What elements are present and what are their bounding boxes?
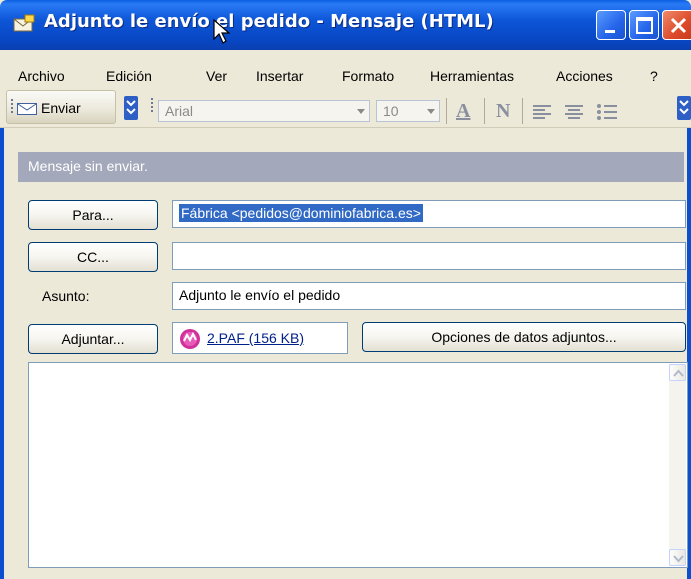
bullets-icon[interactable]	[596, 102, 618, 122]
envelope-app-icon	[13, 14, 35, 32]
format-toolbar-grip[interactable]	[150, 98, 154, 114]
dropdown-arrow-icon	[357, 109, 365, 114]
message-body-editor[interactable]	[28, 362, 688, 568]
menu-ver[interactable]: Ver	[206, 68, 227, 84]
menu-archivo[interactable]: Archivo	[18, 68, 65, 84]
toolbar-grip[interactable]	[10, 99, 14, 115]
menu-formato[interactable]: Formato	[342, 68, 394, 84]
scroll-up-button[interactable]	[669, 364, 686, 381]
to-field-value: Fábrica <pedidos@dominiofabrica.es>	[179, 204, 423, 222]
attachment-link[interactable]: 2.PAF (156 KB)	[207, 330, 304, 346]
attachment-file-icon	[180, 329, 200, 349]
toolbar-separator	[484, 98, 485, 124]
subject-label: Asunto:	[42, 288, 90, 304]
scroll-down-button[interactable]	[669, 549, 686, 566]
vertical-scrollbar[interactable]	[669, 364, 686, 566]
maximize-button[interactable]	[629, 10, 659, 40]
chevron-down-icon	[679, 100, 689, 115]
dropdown-arrow-icon	[427, 109, 435, 114]
format-toolbar-overflow-button[interactable]	[677, 96, 691, 120]
send-toolbar: Enviar	[6, 90, 116, 124]
to-field[interactable]: Fábrica <pedidos@dominiofabrica.es>	[172, 200, 686, 228]
maximize-icon	[636, 17, 653, 34]
font-size-select[interactable]: 10	[376, 100, 440, 122]
chevron-down-icon	[673, 555, 684, 563]
menu-acciones[interactable]: Acciones	[556, 68, 613, 84]
to-button[interactable]: Para...	[28, 200, 158, 230]
attach-button[interactable]: Adjuntar...	[28, 324, 158, 354]
attachments-field: 2.PAF (156 KB)	[172, 322, 348, 354]
cc-field[interactable]	[172, 242, 686, 270]
menu-bar: Archivo Edición Ver Insertar Formato Her…	[0, 50, 691, 122]
toolbar-separator	[446, 98, 447, 124]
font-size-value: 10	[383, 103, 399, 119]
menu-edicion[interactable]: Edición	[106, 68, 152, 84]
window-title: Adjunto le envío el pedido - Mensaje (HT…	[44, 11, 494, 32]
minimize-button[interactable]	[596, 10, 626, 40]
toolbar-separator	[522, 98, 523, 124]
font-name-value: Arial	[165, 103, 194, 119]
send-icon	[17, 103, 37, 115]
font-color-icon[interactable]: A	[456, 100, 470, 123]
close-button[interactable]	[662, 10, 691, 40]
align-left-icon[interactable]	[532, 104, 552, 120]
window-border-left	[0, 50, 4, 579]
subject-field[interactable]: Adjunto le envío el pedido	[172, 282, 686, 310]
menu-insertar[interactable]: Insertar	[256, 68, 303, 84]
title-bar[interactable]: Adjunto le envío el pedido - Mensaje (HT…	[0, 0, 691, 50]
cc-button[interactable]: CC...	[28, 242, 158, 272]
attachment-options-button[interactable]: Opciones de datos adjuntos...	[362, 322, 686, 352]
mouse-pointer-icon	[213, 19, 231, 44]
send-toolbar-overflow-button[interactable]	[124, 96, 138, 120]
send-button[interactable]: Enviar	[41, 100, 81, 116]
align-center-icon[interactable]	[564, 104, 584, 120]
menu-ayuda[interactable]: ?	[650, 68, 658, 84]
close-icon	[670, 17, 687, 34]
chevron-up-icon	[673, 369, 684, 377]
menu-herramientas[interactable]: Herramientas	[430, 68, 514, 84]
message-status-bar: Mensaje sin enviar.	[18, 152, 684, 182]
bold-icon[interactable]: N	[496, 100, 510, 123]
minimize-icon	[605, 30, 615, 33]
font-name-select[interactable]: Arial	[158, 100, 370, 122]
message-window: Adjunto le envío el pedido - Mensaje (HT…	[0, 0, 691, 579]
chevron-down-icon	[126, 100, 136, 115]
